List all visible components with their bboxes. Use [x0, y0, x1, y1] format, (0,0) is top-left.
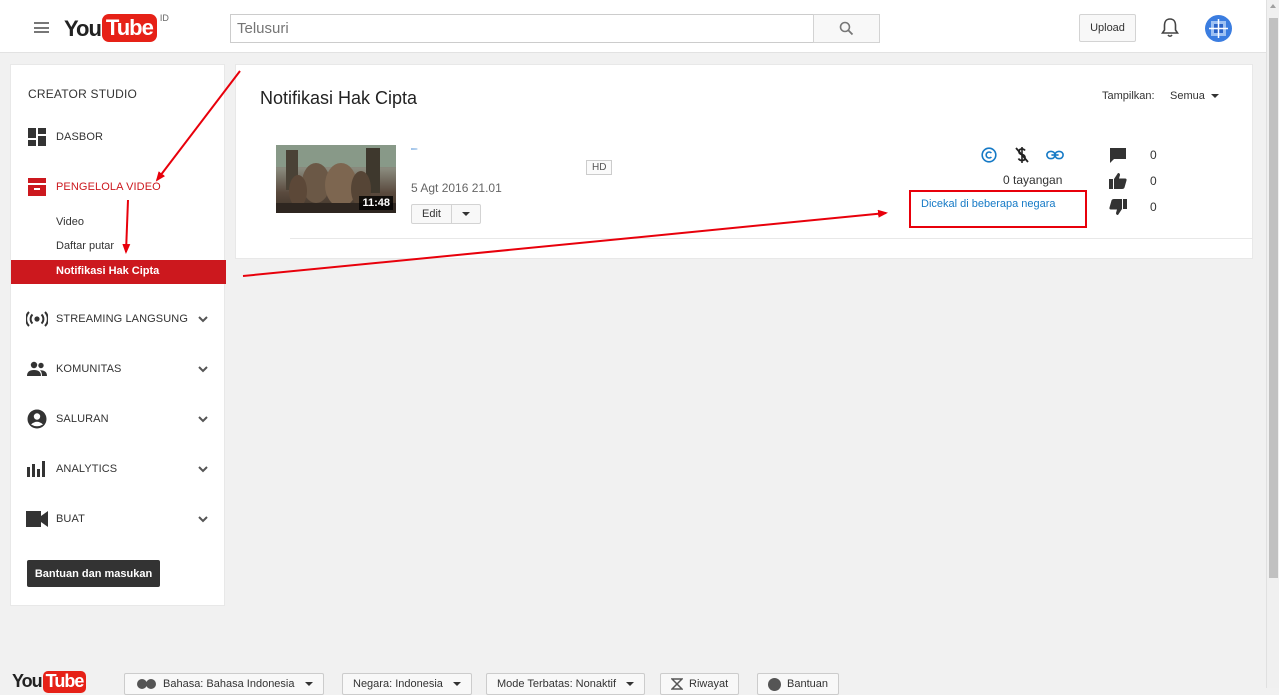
page-title: Notifikasi Hak Cipta — [260, 88, 418, 108]
sidebar-item-channel[interactable]: SALURAN — [11, 407, 226, 431]
sidebar-item-community[interactable]: KOMUNITAS — [11, 357, 226, 381]
language-label: Bahasa: Bahasa Indonesia — [163, 678, 295, 690]
search-icon — [839, 21, 854, 36]
comments-count: 0 — [1150, 148, 1157, 162]
sidebar-item-label: STREAMING LANGSUNG — [56, 313, 188, 325]
caret-down-icon — [304, 682, 313, 686]
scroll-up-arrow-icon[interactable] — [1270, 4, 1276, 8]
search-button[interactable] — [813, 14, 880, 43]
logo-tube-text: Tube — [101, 14, 157, 42]
filter-dropdown[interactable]: Semua — [1170, 90, 1219, 102]
link-icon[interactable] — [1046, 146, 1064, 164]
creator-studio-sidebar: CREATOR STUDIO DASBOR PENGELOLA VIDEO Vi… — [10, 64, 226, 606]
dislikes-count: 0 — [1150, 200, 1157, 214]
country-code: ID — [159, 13, 169, 23]
avatar[interactable] — [1205, 15, 1232, 42]
chevron-down-icon[interactable] — [197, 313, 209, 325]
page-scrollbar[interactable] — [1266, 0, 1279, 688]
comments-stat: 0 — [1109, 146, 1169, 164]
search-input[interactable] — [230, 14, 814, 43]
sidebar-item-label: PENGELOLA VIDEO — [56, 181, 161, 193]
youtube-logo[interactable]: You Tube ID — [64, 13, 169, 44]
video-title-link[interactable] — [411, 148, 551, 150]
annotation-highlight-box — [909, 190, 1087, 228]
help-label: Bantuan — [787, 678, 828, 690]
sidebar-subitem-video[interactable]: Video — [56, 216, 84, 228]
filter-value: Semua — [1170, 90, 1205, 102]
caret-down-icon — [626, 682, 635, 686]
dislikes-stat: 0 — [1109, 198, 1169, 216]
sidebar-item-label: DASBOR — [56, 131, 104, 143]
help-icon — [768, 677, 781, 691]
view-count: 0 tayangan — [1003, 173, 1063, 187]
video-manager-icon — [26, 176, 48, 198]
edit-button[interactable]: Edit — [412, 205, 452, 223]
copyright-notices-card: Notifikasi Hak Cipta Tampilkan: Semua 11… — [235, 64, 1253, 259]
likes-stat: 0 — [1109, 172, 1169, 190]
edit-button-group: Edit — [411, 204, 481, 224]
live-streaming-icon — [26, 308, 48, 330]
comment-icon — [1110, 148, 1126, 163]
dashboard-icon — [26, 126, 48, 148]
help-button[interactable]: Bantuan — [757, 673, 839, 695]
sidebar-item-analytics[interactable]: ANALYTICS — [11, 457, 226, 481]
language-button[interactable]: Bahasa: Bahasa Indonesia — [124, 673, 324, 695]
caret-down-icon — [462, 212, 470, 216]
country-button[interactable]: Negara: Indonesia — [342, 673, 472, 695]
menu-icon[interactable] — [34, 22, 49, 33]
footer-youtube-logo[interactable]: You Tube — [12, 671, 87, 693]
caret-down-icon — [1210, 94, 1219, 99]
row-divider — [290, 238, 1252, 239]
sidebar-item-create[interactable]: BUAT — [11, 507, 226, 531]
sidebar-subitem-playlists[interactable]: Daftar putar — [56, 240, 114, 252]
notifications-bell-icon[interactable] — [1160, 17, 1180, 39]
chevron-down-icon[interactable] — [197, 463, 209, 475]
footer-logo-tube-text: Tube — [42, 671, 87, 693]
edit-dropdown-button[interactable] — [452, 205, 480, 223]
thumbs-up-icon — [1109, 173, 1127, 189]
upload-button[interactable]: Upload — [1079, 14, 1136, 42]
sidebar-item-live-streaming[interactable]: STREAMING LANGSUNG — [11, 307, 226, 331]
restricted-mode-label: Mode Terbatas: Nonaktif — [497, 678, 617, 690]
sidebar-item-label: SALURAN — [56, 413, 109, 425]
scrollbar-thumb[interactable] — [1269, 18, 1278, 578]
monetization-off-icon[interactable] — [1013, 146, 1031, 164]
creator-studio-title: CREATOR STUDIO — [28, 87, 138, 101]
restricted-mode-button[interactable]: Mode Terbatas: Nonaktif — [486, 673, 646, 695]
sidebar-item-label: BUAT — [56, 513, 85, 525]
sidebar-item-video-manager[interactable]: PENGELOLA VIDEO — [11, 175, 226, 199]
history-label: Riwayat — [689, 678, 729, 690]
footer-logo-you-text: You — [12, 671, 43, 691]
top-bar: You Tube ID Upload — [0, 0, 1266, 53]
hourglass-icon — [671, 678, 683, 690]
language-icon — [137, 679, 156, 689]
channel-icon — [26, 408, 48, 430]
caret-down-icon — [452, 682, 461, 686]
likes-count: 0 — [1150, 174, 1157, 188]
video-thumbnail[interactable]: 11:48 — [276, 145, 396, 213]
video-status-icons — [980, 146, 1064, 164]
analytics-icon — [26, 458, 48, 480]
thumbs-down-icon — [1109, 199, 1127, 215]
copyright-icon[interactable] — [980, 146, 998, 164]
hd-badge: HD — [586, 160, 613, 175]
history-button[interactable]: Riwayat — [660, 673, 740, 695]
sidebar-item-label: KOMUNITAS — [56, 363, 122, 375]
sidebar-subitem-label: Notifikasi Hak Cipta — [56, 265, 160, 277]
video-date: 5 Agt 2016 21.01 — [411, 181, 502, 195]
sidebar-subitem-copyright-notices[interactable]: Notifikasi Hak Cipta — [11, 260, 226, 284]
sidebar-item-label: ANALYTICS — [56, 463, 118, 475]
sidebar-item-dashboard[interactable]: DASBOR — [11, 125, 226, 149]
filter-label: Tampilkan: — [1102, 90, 1155, 102]
video-duration: 11:48 — [359, 196, 393, 210]
help-feedback-button[interactable]: Bantuan dan masukan — [27, 560, 160, 587]
community-icon — [26, 358, 48, 380]
chevron-down-icon[interactable] — [197, 413, 209, 425]
create-icon — [26, 508, 48, 530]
country-label: Negara: Indonesia — [353, 678, 443, 690]
chevron-down-icon[interactable] — [197, 513, 209, 525]
logo-you-text: You — [64, 16, 102, 41]
chevron-down-icon[interactable] — [197, 363, 209, 375]
